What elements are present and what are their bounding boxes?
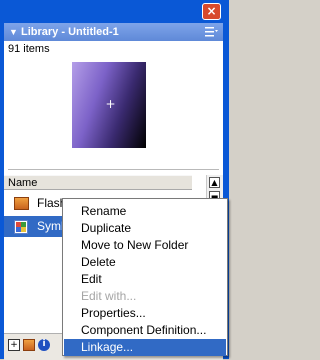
sort-toggle-icon[interactable]: ▲ xyxy=(209,177,220,188)
panel-options-menu-icon[interactable] xyxy=(205,26,218,38)
new-symbol-icon[interactable]: + xyxy=(8,339,20,351)
menu-item-edit-with: Edit with... xyxy=(81,289,137,303)
menu-item-properties[interactable]: Properties... xyxy=(64,305,226,322)
new-folder-icon[interactable] xyxy=(23,339,35,351)
menu-item-move-to-new-folder[interactable]: Move to New Folder xyxy=(64,237,226,254)
close-icon[interactable]: × xyxy=(202,3,221,20)
item-count: 91 items xyxy=(8,43,50,55)
folder-icon xyxy=(14,197,29,210)
menu-item-delete[interactable]: Delete xyxy=(64,254,226,271)
collapse-triangle-icon[interactable]: ▼ xyxy=(9,23,18,41)
properties-icon[interactable]: i xyxy=(38,339,50,351)
menu-item-edit[interactable]: Edit xyxy=(64,271,226,288)
symbol-icon xyxy=(14,220,28,234)
menu-item-rename[interactable]: Rename xyxy=(64,203,226,220)
menu-item-component-definition[interactable]: Component Definition... xyxy=(64,322,226,339)
crosshair-cursor-icon: + xyxy=(105,97,116,111)
panel-header[interactable]: ▼ Library - Untitled-1 xyxy=(4,23,223,41)
context-menu: Rename Duplicate Move to New Folder Dele… xyxy=(62,198,228,356)
menu-item-linkage[interactable]: Linkage... xyxy=(64,339,226,356)
preview-pane: + xyxy=(8,57,219,170)
menu-item-duplicate[interactable]: Duplicate xyxy=(64,220,226,237)
name-column-header[interactable]: Name xyxy=(4,175,192,190)
panel-title: Library - Untitled-1 xyxy=(21,26,119,38)
